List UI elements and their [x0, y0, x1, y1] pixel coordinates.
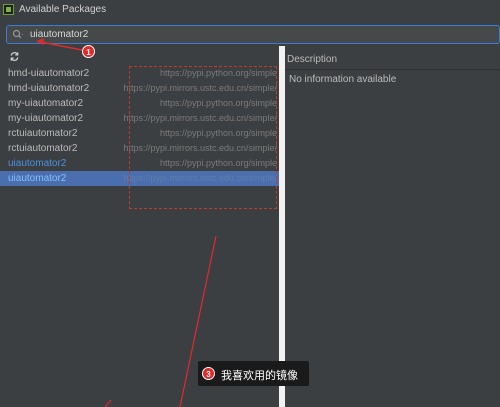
package-name: my-uiautomator2: [8, 98, 84, 109]
package-name: uiautomator2: [8, 173, 67, 184]
package-name: uiautomator2: [8, 158, 67, 169]
annotation-badge-3: 3: [202, 367, 215, 380]
description-pane: Description No information available: [285, 46, 500, 407]
package-name: rctuiautomator2: [8, 143, 78, 154]
package-name: rctuiautomator2: [8, 128, 78, 139]
callout-text: 我喜欢用的镜像: [221, 370, 298, 382]
search-icon: [12, 29, 23, 39]
window-title: Available Packages: [19, 4, 107, 15]
package-name: hmd-uiautomator2: [8, 83, 90, 94]
package-name: hmd-uiautomator2: [8, 68, 90, 79]
package-name: my-uiautomator2: [8, 113, 84, 124]
search-field[interactable]: [6, 25, 500, 44]
pycharm-app-icon: [3, 4, 14, 15]
refresh-icon[interactable]: [9, 51, 20, 62]
description-title: Description: [287, 54, 338, 65]
search-input[interactable]: [30, 27, 330, 42]
annotation-badge-1: 1: [82, 45, 95, 58]
annotation-highlight-box: [129, 66, 277, 209]
annotation-callout: 3 我喜欢用的镜像: [198, 361, 309, 386]
description-header: Description: [285, 46, 500, 70]
description-body: No information available: [289, 74, 397, 85]
title-bar: Available Packages: [0, 0, 500, 22]
